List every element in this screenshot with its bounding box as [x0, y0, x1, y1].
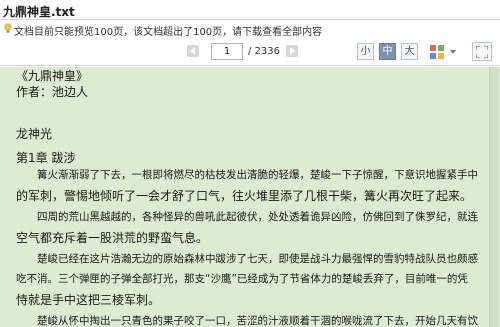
notice-text: 文档目前只能预览100页，该文档超出了100页，请下载查看全部内容 — [14, 27, 323, 38]
document-line: 第1章 跋涉 — [16, 151, 76, 165]
document-line: 楚峻已经在这片浩瀚无边的原始森林中跋涉了七天，即使是战斗力最强悍的雪豹特战队员也… — [16, 253, 478, 265]
title-bar: 九鼎神皇.txt — [0, 0, 500, 20]
document-line: 的军刺，警惕地倾听了一会才舒了口气，往火堆里添了几根干柴，篝火再次旺了起来。 — [16, 189, 473, 203]
document-line: 空气都充斥着一股洪荒的野蛮气息。 — [16, 231, 209, 245]
document-line: 龙神光 — [16, 127, 53, 141]
document-line: 篝火渐渐弱了下去，一根即将燃尽的枯枝发出清脆的轻爆，楚峻一下子惊醒，下意识地握紧… — [16, 169, 478, 181]
window-title: 九鼎神皇.txt — [3, 5, 75, 19]
prev-page-button[interactable] — [187, 45, 199, 57]
prev-page-icon — [190, 47, 195, 55]
view-dropdown-caret-icon[interactable] — [450, 50, 456, 54]
viewer-toolbar: 1 / 2336 小 中 大 — [0, 38, 500, 66]
document-line: 《九鼎神皇》 — [16, 69, 89, 83]
document-line: 四周的荒山黑越越的，各种怪异的兽吼此起彼伏，处处透着诡异凶险，仿佛回到了侏罗纪，… — [16, 211, 478, 223]
scrollbar-thumb[interactable] — [489, 67, 499, 327]
fullscreen-button[interactable] — [472, 42, 492, 61]
lightbulb-icon — [4, 23, 12, 33]
document-line: 恃就是手中这把三棱军刺。 — [16, 293, 161, 307]
document-line: 吃不消。三个弹匣的子弹全部打光，那支“沙鹰”已经成为了节省体力的楚峻丢弃了，目前… — [16, 273, 468, 285]
next-page-icon — [290, 47, 295, 55]
fullscreen-icon — [476, 46, 488, 58]
document-line: 作者：池边人 — [16, 85, 89, 99]
document-content: 《九鼎神皇》 作者：池边人 龙神光 第1章 跋涉 篝火渐渐弱了下去，一根即将燃尽… — [0, 67, 500, 327]
font-size-small-button[interactable]: 小 — [357, 43, 374, 60]
document-line: 楚峻从怀中掏出一只青色的果子咬了一口，苦涩的汁液顺着干涸的喉咙流了下去，开始几天… — [16, 315, 478, 327]
page-total: / 2336 — [248, 46, 280, 57]
page-number-input[interactable]: 1 — [211, 43, 243, 60]
font-size-medium-button[interactable]: 中 — [379, 43, 396, 60]
grid-view-icon[interactable] — [430, 45, 444, 59]
preview-notice: 文档目前只能预览100页，该文档超出了100页，请下载查看全部内容 — [0, 20, 500, 38]
font-size-large-button[interactable]: 大 — [401, 43, 418, 60]
next-page-button[interactable] — [286, 45, 298, 57]
